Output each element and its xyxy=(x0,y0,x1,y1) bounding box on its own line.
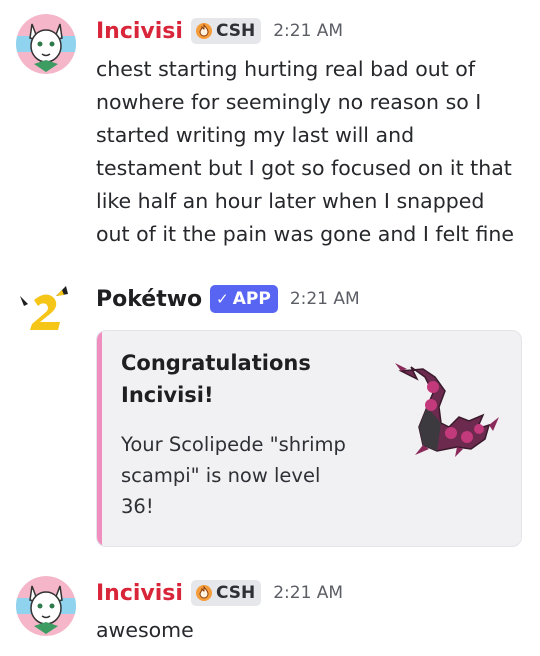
embed-title: Congratulations Incivisi! xyxy=(121,351,311,407)
guild-tag[interactable]: CSH xyxy=(190,18,262,44)
timestamp: 2:21 AM xyxy=(273,21,344,41)
username[interactable]: Incivisi xyxy=(96,19,183,44)
guild-tag[interactable]: CSH xyxy=(190,580,262,606)
level-up-embed: Congratulations Incivisi! Your Scolipede… xyxy=(96,330,522,547)
check-icon: ✓ xyxy=(216,290,229,308)
flame-badge-icon xyxy=(195,585,212,601)
scolipede-image[interactable] xyxy=(393,357,501,457)
message-text: awesome xyxy=(96,618,194,642)
flame-badge-icon xyxy=(195,23,212,39)
message-header: Incivisi CSH 2:21 AM xyxy=(96,580,343,606)
message-text: chest starting hurting real bad out of n… xyxy=(96,57,514,246)
app-badge: ✓ APP xyxy=(210,285,278,313)
bot-avatar[interactable] xyxy=(16,282,76,342)
guild-tag-label: CSH xyxy=(215,21,256,41)
embed-description: Your Scolipede "shrimp scampi" is now le… xyxy=(121,433,346,518)
username[interactable]: Incivisi xyxy=(96,581,183,606)
user-avatar[interactable] xyxy=(16,576,76,636)
app-badge-label: APP xyxy=(232,289,271,309)
guild-tag-label: CSH xyxy=(215,583,256,603)
message-header: Pokétwo ✓ APP 2:21 AM xyxy=(96,285,360,313)
poketwo-logo-icon xyxy=(20,286,68,330)
timestamp: 2:21 AM xyxy=(289,289,360,309)
user-avatar[interactable] xyxy=(16,14,76,74)
username[interactable]: Pokétwo xyxy=(96,287,202,312)
embed-accent-bar xyxy=(97,331,102,546)
timestamp: 2:21 AM xyxy=(273,583,344,603)
message-header: Incivisi CSH 2:21 AM xyxy=(96,18,343,44)
